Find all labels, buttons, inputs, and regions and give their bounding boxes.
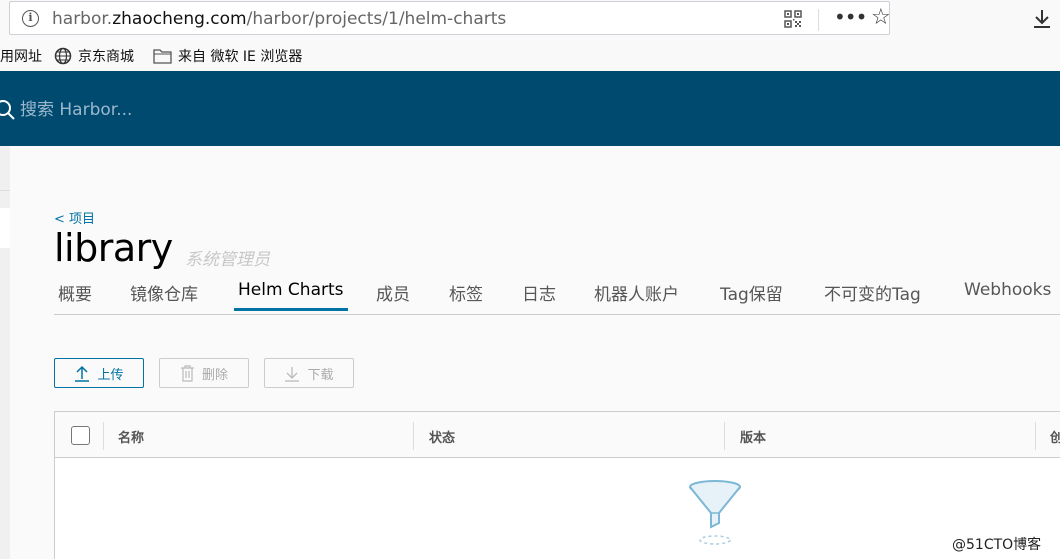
info-icon[interactable]: i [22, 10, 39, 27]
tab-immutable-tags[interactable]: 不可变的Tag [824, 280, 921, 316]
column-header-name[interactable]: 名称 [118, 427, 144, 446]
download-arrow-icon[interactable] [1032, 8, 1052, 30]
helm-charts-table: 名称 状态 版本 创 [54, 411, 1060, 559]
project-tabs: 概要 镜像仓库 Helm Charts 成员 标签 日志 机器人账户 Tag保留… [54, 270, 1060, 315]
folder-icon [153, 49, 172, 64]
bookmark-label: 来自 微软 IE 浏览器 [178, 49, 303, 65]
tab-labels[interactable]: 标签 [449, 280, 483, 316]
download-label: 下载 [307, 367, 334, 383]
bookmark-label: 用网址 [0, 49, 42, 65]
page-title: library [54, 226, 173, 270]
tab-robot-accounts[interactable]: 机器人账户 [594, 280, 679, 316]
search-icon[interactable] [0, 99, 16, 121]
sidebar-edge [0, 146, 10, 559]
app-header [0, 71, 1060, 146]
toolbar-divider [818, 9, 819, 31]
bookmark-star-icon[interactable]: ☆ [871, 7, 891, 29]
bookmark-label: 京东商城 [78, 49, 134, 65]
download-icon [285, 366, 300, 382]
watermark: @51CTO博客 [952, 537, 1042, 553]
upload-label: 上传 [97, 367, 124, 383]
download-button[interactable]: 下载 [264, 358, 354, 388]
tab-logs[interactable]: 日志 [522, 280, 556, 316]
column-header-status[interactable]: 状态 [429, 427, 455, 446]
search-input[interactable] [20, 97, 420, 123]
more-actions-icon[interactable]: ••• [834, 7, 867, 27]
url-text[interactable]: harbor.zhaocheng.com/harbor/projects/1/h… [52, 9, 506, 29]
delete-label: 删除 [201, 367, 228, 383]
empty-filter-funnel-icon [689, 480, 741, 545]
select-all-checkbox[interactable] [71, 426, 90, 445]
role-label: 系统管理员 [185, 250, 270, 270]
upload-button[interactable]: 上传 [54, 358, 144, 388]
tab-summary[interactable]: 概要 [58, 280, 92, 316]
bookmark-item-jd[interactable]: 京东商城 [54, 46, 134, 66]
bookmarks-bar: 用网址 京东商城 来自 微软 IE 浏览器 [0, 38, 1060, 71]
qr-code-icon[interactable] [784, 10, 802, 28]
table-header: 名称 状态 版本 创 [55, 412, 1060, 458]
globe-icon [54, 47, 72, 65]
trash-icon [180, 364, 194, 382]
breadcrumb[interactable]: < 项目 [54, 208, 95, 227]
browser-toolbar: i harbor.zhaocheng.com/harbor/projects/1… [0, 0, 1060, 38]
tab-webhooks[interactable]: Webhooks [964, 280, 1051, 311]
column-header-created[interactable]: 创 [1050, 427, 1060, 446]
bookmark-item[interactable]: 用网址 [0, 46, 42, 66]
tab-helm-charts[interactable]: Helm Charts [234, 280, 348, 311]
upload-icon [75, 365, 90, 382]
bookmark-folder-ie[interactable]: 来自 微软 IE 浏览器 [153, 46, 302, 66]
tab-tag-retention[interactable]: Tag保留 [720, 280, 783, 316]
delete-button[interactable]: 删除 [159, 358, 249, 388]
tab-repositories[interactable]: 镜像仓库 [130, 280, 198, 316]
column-header-version[interactable]: 版本 [740, 427, 766, 446]
address-bar[interactable]: i harbor.zhaocheng.com/harbor/projects/1… [9, 1, 891, 35]
tab-members[interactable]: 成员 [376, 280, 410, 316]
